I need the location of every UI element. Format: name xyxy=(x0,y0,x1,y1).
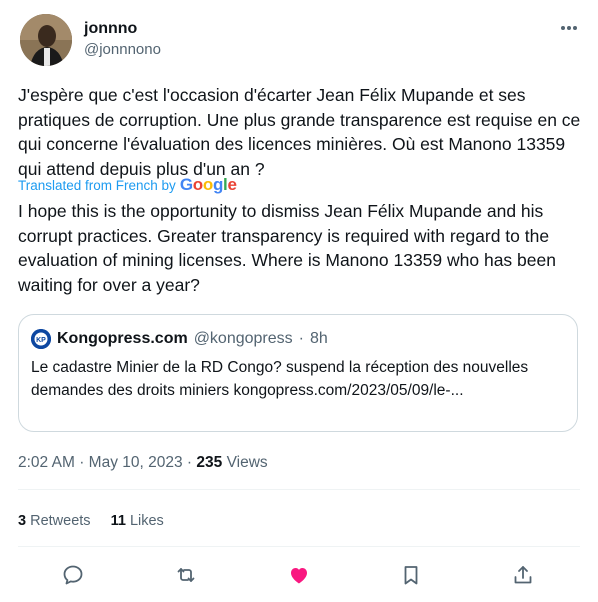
share-icon[interactable] xyxy=(510,562,536,588)
quoted-tweet-header: KP Kongopress.com @kongopress · 8h xyxy=(31,329,328,349)
tweet-date[interactable]: May 10, 2023 xyxy=(89,454,183,471)
author-handle[interactable]: @jonnnono xyxy=(84,41,161,58)
heart-icon[interactable] xyxy=(286,562,312,588)
quoted-tweet-text: Le cadastre Minier de la RD Congo? suspe… xyxy=(31,359,529,399)
action-bar xyxy=(18,562,580,592)
quoted-age[interactable]: 8h xyxy=(310,330,328,348)
views-label: Views xyxy=(226,454,268,471)
tweet-text-translated: I hope this is the opportunity to dismis… xyxy=(18,201,556,295)
likes-stat[interactable]: 11 Likes xyxy=(111,513,164,529)
quoted-tweet[interactable]: KP Kongopress.com @kongopress · 8h Le ca… xyxy=(18,314,578,432)
tweet-time[interactable]: 2:02 AM xyxy=(18,454,75,471)
bookmark-icon[interactable] xyxy=(398,562,424,588)
translated-label: Translated from French by xyxy=(18,177,176,193)
likes-count: 11 xyxy=(110,513,126,529)
quoted-author-name[interactable]: Kongopress.com xyxy=(57,330,188,348)
google-logo: Google xyxy=(179,175,237,194)
retweet-icon[interactable] xyxy=(173,562,199,588)
retweets-label: Retweets xyxy=(30,513,91,529)
likes-label: Likes xyxy=(129,513,164,529)
retweets-stat[interactable]: 3 Retweets xyxy=(18,513,91,529)
tweet-text-original: J'espère que c'est l'occasion d'écarter … xyxy=(18,85,581,179)
svg-text:KP: KP xyxy=(36,337,46,344)
quoted-separator: · xyxy=(298,330,304,347)
divider xyxy=(18,489,580,490)
retweets-count: 3 xyxy=(18,513,27,529)
avatar[interactable] xyxy=(20,14,72,66)
quoted-author-handle[interactable]: @kongopress xyxy=(194,330,293,348)
author-display-name[interactable]: jonnno xyxy=(84,20,137,38)
views-count: 235 xyxy=(196,454,223,471)
tweet-meta: 2:02 AM · May 10, 2023 · 235 Views xyxy=(18,454,268,472)
meta-dot: · xyxy=(186,454,193,471)
reply-icon[interactable] xyxy=(60,562,86,588)
more-icon[interactable] xyxy=(556,18,582,38)
translation-attribution[interactable]: Translated from French by Google xyxy=(18,175,237,195)
engagement-stats: 3 Retweets 11 Likes xyxy=(18,513,164,529)
kongopress-avatar: KP xyxy=(31,329,51,349)
divider xyxy=(18,546,580,547)
meta-dot: · xyxy=(79,454,85,471)
